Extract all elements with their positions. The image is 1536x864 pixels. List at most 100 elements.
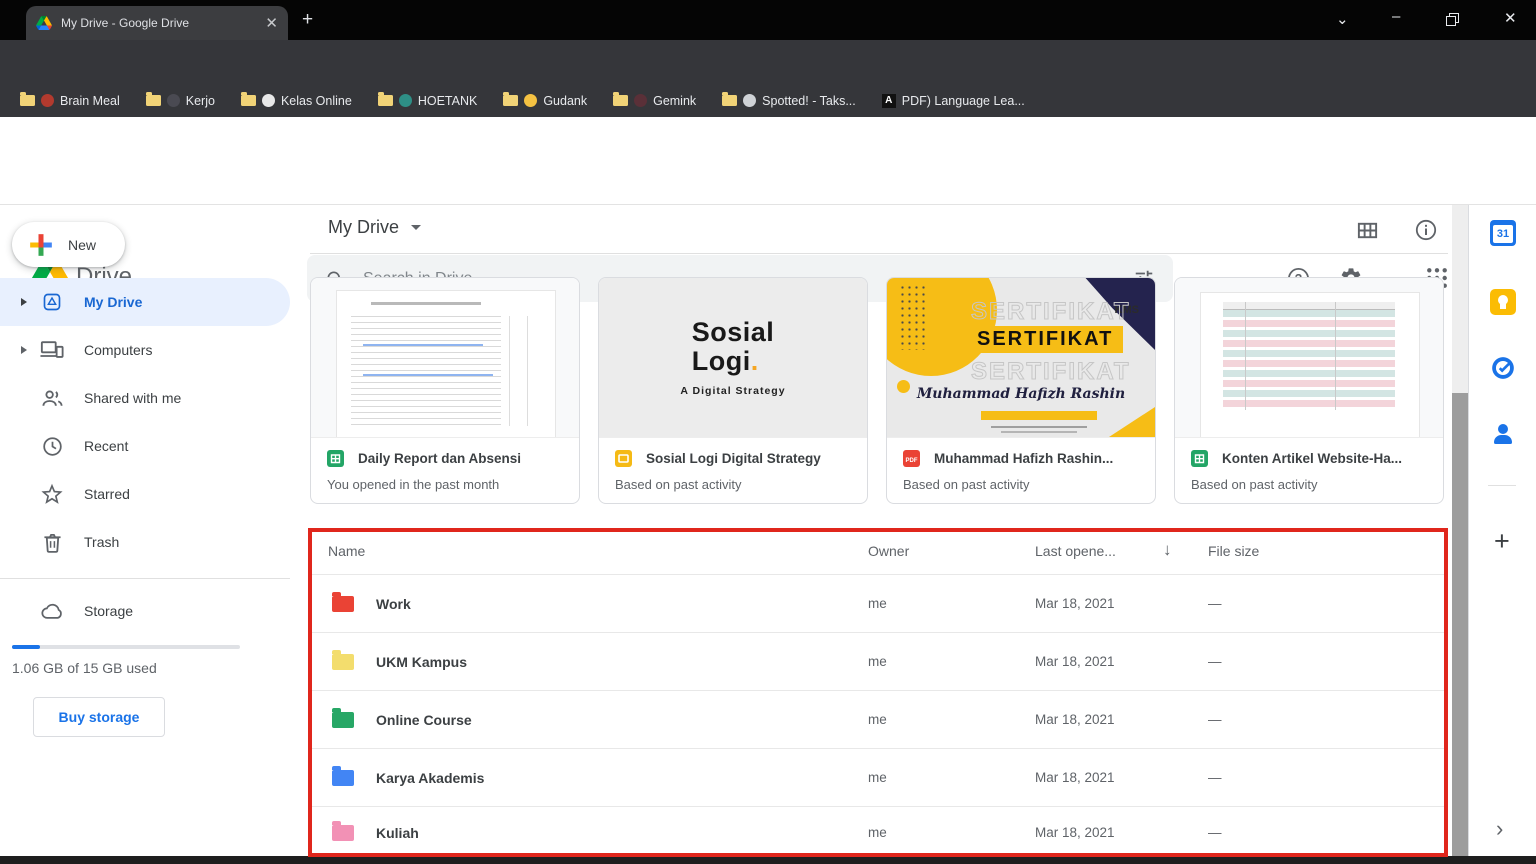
table-row[interactable]: Work me Mar 18, 2021 — — [312, 575, 1444, 632]
file-last-opened: Mar 18, 2021 — [1035, 596, 1115, 611]
bookmark-item[interactable]: Gudank — [503, 94, 587, 108]
google-contacts-icon[interactable] — [1490, 421, 1516, 447]
sidebar-item-label: Starred — [84, 486, 130, 502]
column-header-file-size[interactable]: File size — [1208, 543, 1259, 559]
buy-storage-button[interactable]: Buy storage — [33, 697, 165, 737]
expand-chevron-icon[interactable] — [14, 298, 34, 306]
google-slides-icon — [615, 450, 632, 472]
bookmark-item[interactable]: APDF) Language Lea... — [882, 94, 1025, 108]
new-tab-button[interactable]: + — [302, 12, 313, 28]
grid-view-toggle-icon[interactable] — [1356, 219, 1379, 247]
bookmark-item[interactable]: Kerjo — [146, 94, 215, 108]
browser-tab[interactable]: My Drive - Google Drive ✕ — [26, 6, 288, 40]
column-header-name[interactable]: Name — [328, 543, 365, 559]
google-tasks-icon[interactable] — [1490, 355, 1516, 381]
card-title: Daily Report dan Absensi — [358, 451, 521, 466]
file-size: — — [1208, 770, 1222, 785]
bookmark-folder-icon — [613, 95, 628, 106]
sidebar-item-storage[interactable]: Storage — [0, 587, 290, 635]
expressionless-face-emoji-icon — [524, 94, 537, 107]
joystick-emoji-icon — [634, 94, 647, 107]
table-row[interactable]: Online Course me Mar 18, 2021 — — [312, 691, 1444, 748]
expand-chevron-icon[interactable] — [14, 346, 34, 354]
storage-progress-bar — [12, 645, 240, 649]
bookmark-folder-icon — [378, 95, 393, 106]
multicolor-plus-icon — [26, 230, 56, 260]
bookmark-folder-icon — [241, 95, 256, 106]
bookmark-folder-icon — [146, 95, 161, 106]
tab-close-icon[interactable]: ✕ — [265, 14, 278, 32]
bookmark-item[interactable]: Brain Meal — [20, 94, 120, 108]
rail-divider — [1488, 485, 1516, 486]
bookmark-item[interactable]: Gemink — [613, 94, 696, 108]
file-last-opened: Mar 18, 2021 — [1035, 770, 1115, 785]
google-keep-icon[interactable] — [1490, 289, 1516, 315]
file-owner: me — [868, 770, 887, 785]
file-thumbnail — [311, 278, 579, 438]
window-restore-button[interactable] — [1446, 13, 1459, 31]
suggested-file-card[interactable]: Daily Report dan Absensi You opened in t… — [310, 277, 580, 504]
bookmark-item[interactable]: Kelas Online — [241, 94, 352, 108]
file-name: Karya Akademis — [376, 770, 484, 786]
sidebar-item-trash[interactable]: Trash — [0, 518, 290, 566]
scrollbar-thumb[interactable] — [1452, 393, 1468, 856]
page-title-my-drive[interactable]: My Drive — [328, 217, 421, 238]
suggested-file-card[interactable]: Konten Artikel Website-Ha... Based on pa… — [1174, 277, 1444, 504]
bookmark-folder-icon — [722, 95, 737, 106]
hide-side-panel-chevron-icon[interactable]: › — [1496, 816, 1503, 842]
card-subtitle: Based on past activity — [615, 477, 741, 492]
file-last-opened: Mar 18, 2021 — [1035, 712, 1115, 727]
bookmark-label: Spotted! - Taks... — [762, 94, 856, 108]
pdf-site-favicon: A — [882, 94, 896, 108]
sort-descending-arrow-icon[interactable]: ↓ — [1163, 540, 1172, 560]
cloud-icon — [40, 602, 64, 620]
file-thumbnail: Sosial Logi. A Digital Strategy — [599, 278, 867, 438]
table-row[interactable]: UKM Kampus me Mar 18, 2021 — — [312, 633, 1444, 690]
sidebar-item-label: Trash — [84, 534, 119, 550]
chevron-down-icon[interactable] — [411, 225, 421, 235]
robot-emoji-icon — [743, 94, 756, 107]
bookmark-item[interactable]: HOETANK — [378, 94, 478, 108]
sidebar-item-label: Recent — [84, 438, 128, 454]
file-name: Work — [376, 596, 411, 612]
bookmark-label: Kelas Online — [281, 94, 352, 108]
card-title: Sosial Logi Digital Strategy — [646, 451, 821, 466]
window-menu-chevron-icon[interactable]: ⌄ — [1336, 12, 1349, 27]
info-details-icon[interactable] — [1414, 218, 1438, 247]
google-calendar-icon[interactable] — [1490, 220, 1516, 246]
suggested-file-card[interactable]: KMS SERTIFIKAT SERTIFIKAT SERTIFIKAT Muh… — [886, 277, 1156, 504]
star-icon — [40, 483, 64, 505]
card-title: Konten Artikel Website-Ha... — [1222, 451, 1402, 466]
get-addons-plus-icon[interactable]: + — [1494, 526, 1510, 557]
browser-toolbar: drive.google.com/drive/u/1/my-drive ☆ m … — [0, 40, 1536, 84]
table-row[interactable]: Karya Akademis me Mar 18, 2021 — — [312, 749, 1444, 806]
folder-icon — [332, 654, 354, 670]
drive-header: Drive ? MicrosoftVAPORWAVE — [0, 117, 1536, 205]
sidebar-item-starred[interactable]: Starred — [0, 470, 290, 518]
file-owner: me — [868, 825, 887, 840]
title-divider — [310, 253, 1448, 254]
sidebar-item-my-drive[interactable]: My Drive — [0, 278, 290, 326]
sidebar-item-label: Shared with me — [84, 390, 181, 406]
column-header-last-opened[interactable]: Last opene... — [1035, 543, 1116, 559]
bookmark-label: Gemink — [653, 94, 696, 108]
bookmark-item[interactable]: Spotted! - Taks... — [722, 94, 856, 108]
window-minimize-button[interactable]: – — [1392, 9, 1400, 24]
file-size: — — [1208, 654, 1222, 669]
page-title-label: My Drive — [328, 217, 399, 238]
file-name: Online Course — [376, 712, 472, 728]
sidebar-item-recent[interactable]: Recent — [0, 422, 290, 470]
new-button[interactable]: New — [12, 222, 125, 267]
new-button-label: New — [68, 237, 96, 253]
sidebar-item-shared-with-me[interactable]: Shared with me — [0, 374, 290, 422]
card-subtitle: Based on past activity — [903, 477, 1029, 492]
file-size: — — [1208, 596, 1222, 611]
file-name: Kuliah — [376, 825, 419, 841]
column-header-owner[interactable]: Owner — [868, 543, 909, 559]
sidebar-item-computers[interactable]: Computers — [0, 326, 290, 374]
bookmarks-bar: Brain Meal Kerjo Kelas Online HOETANK Gu… — [0, 84, 1536, 117]
suggested-file-card[interactable]: Sosial Logi. A Digital Strategy Sosial L… — [598, 277, 868, 504]
table-row[interactable]: Kuliah me Mar 18, 2021 — — [312, 807, 1444, 856]
pdf-file-icon: PDF — [903, 450, 920, 472]
window-close-button[interactable]: ✕ — [1504, 11, 1517, 26]
